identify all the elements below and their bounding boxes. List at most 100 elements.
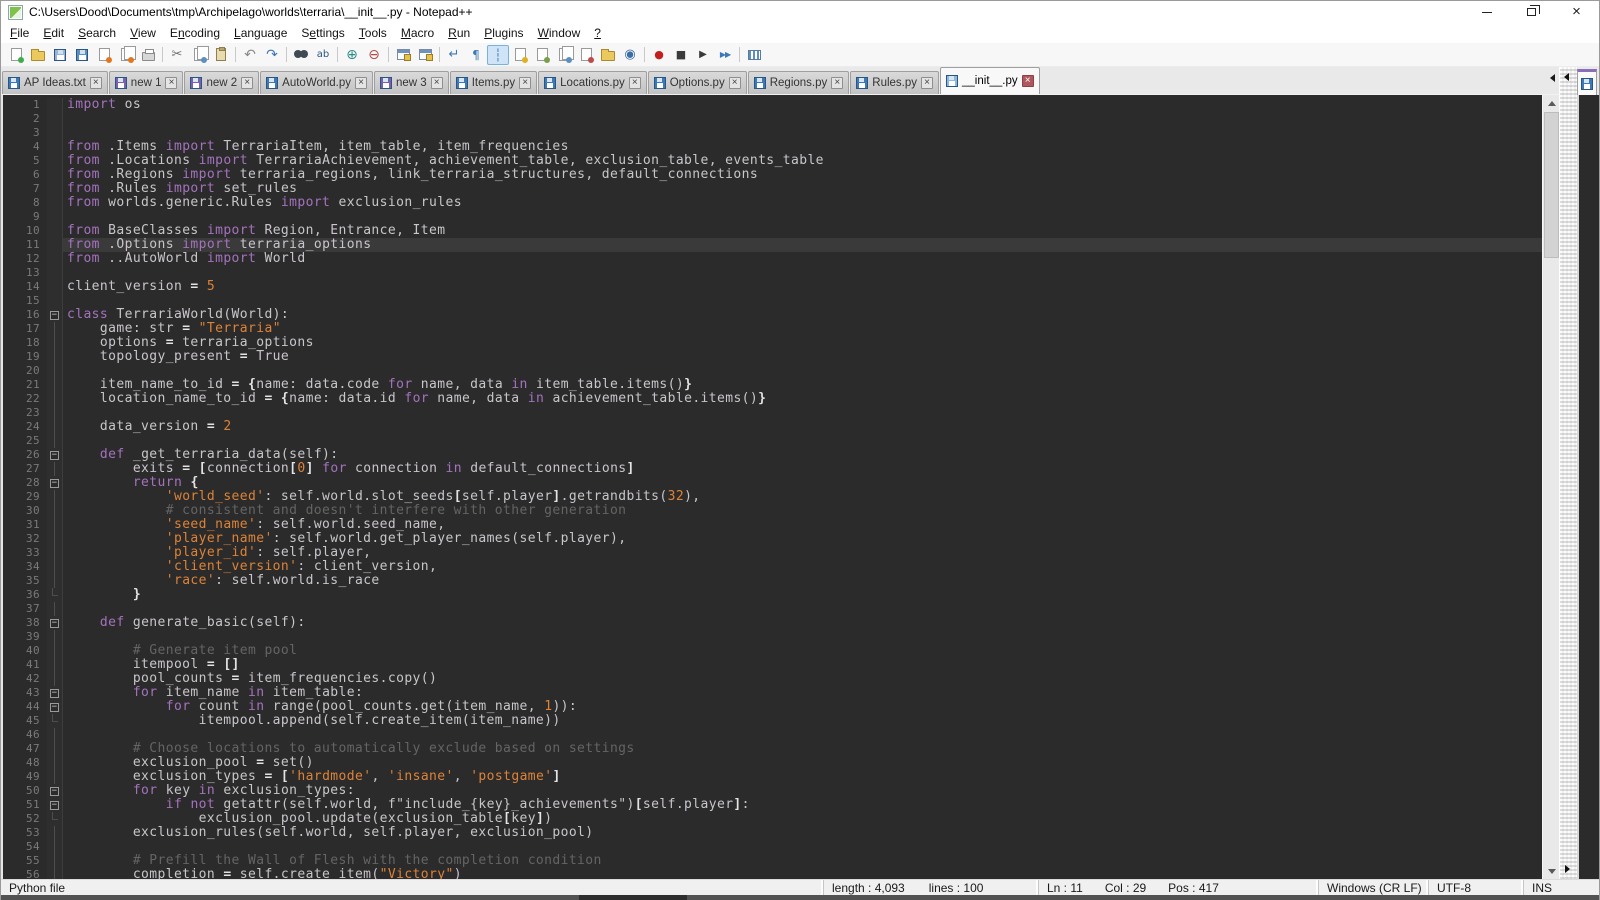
save-file-icon[interactable]	[49, 45, 71, 65]
tab-init-py[interactable]: __init__.py×	[940, 67, 1040, 94]
menu-item-macro[interactable]: Macro	[394, 24, 441, 42]
view-splitter[interactable]	[1559, 67, 1577, 879]
function-list-icon[interactable]	[575, 45, 597, 65]
menu-item-settings[interactable]: Settings	[294, 24, 351, 42]
menu-item-run[interactable]: Run	[441, 24, 477, 42]
tab-new-1[interactable]: new 1×	[109, 71, 184, 94]
line-number: 24	[3, 420, 47, 434]
zoom-in-icon[interactable]: ⊕	[341, 45, 363, 65]
zoom-out-icon[interactable]: ⊖	[363, 45, 385, 65]
save-all-icon[interactable]	[71, 45, 93, 65]
macro-stop-icon[interactable]: ■	[670, 45, 692, 65]
document-list-icon[interactable]	[553, 45, 575, 65]
tab-close-icon[interactable]: ×	[519, 77, 531, 89]
tab-new-2[interactable]: new 2×	[184, 71, 259, 94]
tab-regions-py[interactable]: Regions.py×	[748, 71, 850, 94]
monitoring-icon[interactable]: ◉	[619, 45, 641, 65]
cut-icon[interactable]: ✂	[166, 45, 188, 65]
scrollbar-thumb[interactable]	[1544, 112, 1559, 258]
vertical-scrollbar[interactable]	[1542, 95, 1559, 879]
open-file-icon[interactable]	[27, 45, 49, 65]
folder-as-workspace-icon[interactable]	[597, 45, 619, 65]
close-file-icon[interactable]	[93, 45, 115, 65]
tab-items-py[interactable]: Items.py×	[450, 71, 537, 94]
menu-item-language[interactable]: Language	[227, 24, 294, 42]
menu-item-help[interactable]: ?	[587, 24, 608, 42]
line-number: 43	[3, 686, 47, 700]
fold-collapse-icon[interactable]: −	[50, 787, 59, 796]
find-icon[interactable]	[290, 45, 312, 65]
undo-icon[interactable]: ↶	[239, 45, 261, 65]
sync-vertical-icon[interactable]	[392, 45, 414, 65]
tab-ap-ideas-txt[interactable]: AP Ideas.txt×	[2, 71, 108, 94]
fold-margin	[47, 336, 63, 350]
second-view-editor[interactable]	[1577, 95, 1599, 879]
menu-item-file[interactable]: File	[3, 24, 36, 42]
splitter-collapse-right-icon[interactable]	[1565, 865, 1570, 873]
close-file-icon	[99, 48, 110, 61]
menu-item-search[interactable]: Search	[71, 24, 123, 42]
tab-autoworld-py[interactable]: AutoWorld.py×	[260, 71, 373, 94]
redo-icon[interactable]: ↷	[261, 45, 283, 65]
editor[interactable]: 1import os234from .Items import Terraria…	[1, 95, 1559, 879]
new-file-icon[interactable]	[5, 45, 27, 65]
tab-locations-py[interactable]: Locations.py×	[538, 71, 647, 94]
indent-guide-icon[interactable]: ┆	[487, 45, 509, 65]
close-all-icon[interactable]	[115, 45, 137, 65]
document-map-icon[interactable]	[531, 45, 553, 65]
fold-collapse-icon[interactable]: −	[50, 703, 59, 712]
show-all-characters-icon[interactable]: ¶	[465, 45, 487, 65]
tab-new-3[interactable]: new 3×	[374, 71, 449, 94]
function-completion-icon[interactable]	[509, 45, 531, 65]
paste-icon[interactable]	[210, 45, 232, 65]
fold-collapse-icon[interactable]: −	[50, 619, 59, 628]
scrollbar-up-arrow[interactable]	[1543, 95, 1559, 111]
tab-close-icon[interactable]: ×	[355, 77, 367, 89]
tab-close-icon[interactable]: ×	[729, 77, 741, 89]
fold-collapse-icon[interactable]: −	[50, 689, 59, 698]
replace-icon[interactable]: ab	[312, 45, 334, 65]
code-text: from ..AutoWorld import World	[63, 252, 1542, 266]
fold-collapse-icon[interactable]: −	[50, 479, 59, 488]
menu-item-tools[interactable]: Tools	[352, 24, 394, 42]
splitter-collapse-left-icon[interactable]	[1564, 73, 1569, 81]
fold-collapse-icon[interactable]: −	[50, 801, 59, 810]
menu-item-plugins[interactable]: Plugins	[477, 24, 530, 42]
second-view-tab[interactable]	[1577, 69, 1597, 95]
tab-close-icon[interactable]: ×	[831, 77, 843, 89]
fold-collapse-icon[interactable]: −	[50, 451, 59, 460]
tab-close-icon[interactable]: ×	[165, 77, 177, 89]
status-encoding[interactable]: UTF-8	[1428, 880, 1523, 895]
menu-item-view[interactable]: View	[123, 24, 163, 42]
macro-run-multiple-icon[interactable]: ▶▶	[714, 45, 736, 65]
status-length-lines: length : 4,093 lines : 100	[823, 880, 1038, 895]
status-insert-mode[interactable]: INS	[1523, 880, 1599, 895]
fold-margin	[47, 714, 63, 728]
menu-item-edit[interactable]: Edit	[36, 24, 71, 42]
fold-collapse-icon[interactable]: −	[50, 311, 59, 320]
status-eol-format[interactable]: Windows (CR LF)	[1318, 880, 1428, 895]
restore-button[interactable]	[1509, 1, 1554, 23]
menu-item-encoding[interactable]: Encoding	[163, 24, 227, 42]
macro-play-icon[interactable]: ▶	[692, 45, 714, 65]
close-button[interactable]: ×	[1554, 1, 1599, 23]
code-area[interactable]: 1import os234from .Items import Terraria…	[3, 95, 1542, 879]
tab-close-icon[interactable]: ×	[431, 77, 443, 89]
print-icon[interactable]	[137, 45, 159, 65]
tab-close-icon[interactable]: ×	[1022, 75, 1034, 87]
copy-icon[interactable]	[188, 45, 210, 65]
macro-save-icon[interactable]	[743, 45, 765, 65]
minimize-button[interactable]	[1464, 1, 1509, 23]
macro-record-icon[interactable]: ●	[648, 45, 670, 65]
tab-close-icon[interactable]: ×	[921, 77, 933, 89]
tab-close-icon[interactable]: ×	[90, 77, 102, 89]
tab-scroll-left-icon[interactable]	[1550, 74, 1555, 82]
tab-options-py[interactable]: Options.py×	[648, 71, 747, 94]
tab-close-icon[interactable]: ×	[241, 77, 253, 89]
menu-item-window[interactable]: Window	[531, 24, 588, 42]
word-wrap-icon[interactable]: ↵	[443, 45, 465, 65]
sync-horizontal-icon[interactable]	[414, 45, 436, 65]
tab-close-icon[interactable]: ×	[629, 77, 641, 89]
scrollbar-down-arrow[interactable]	[1543, 863, 1559, 879]
tab-rules-py[interactable]: Rules.py×	[850, 71, 939, 94]
